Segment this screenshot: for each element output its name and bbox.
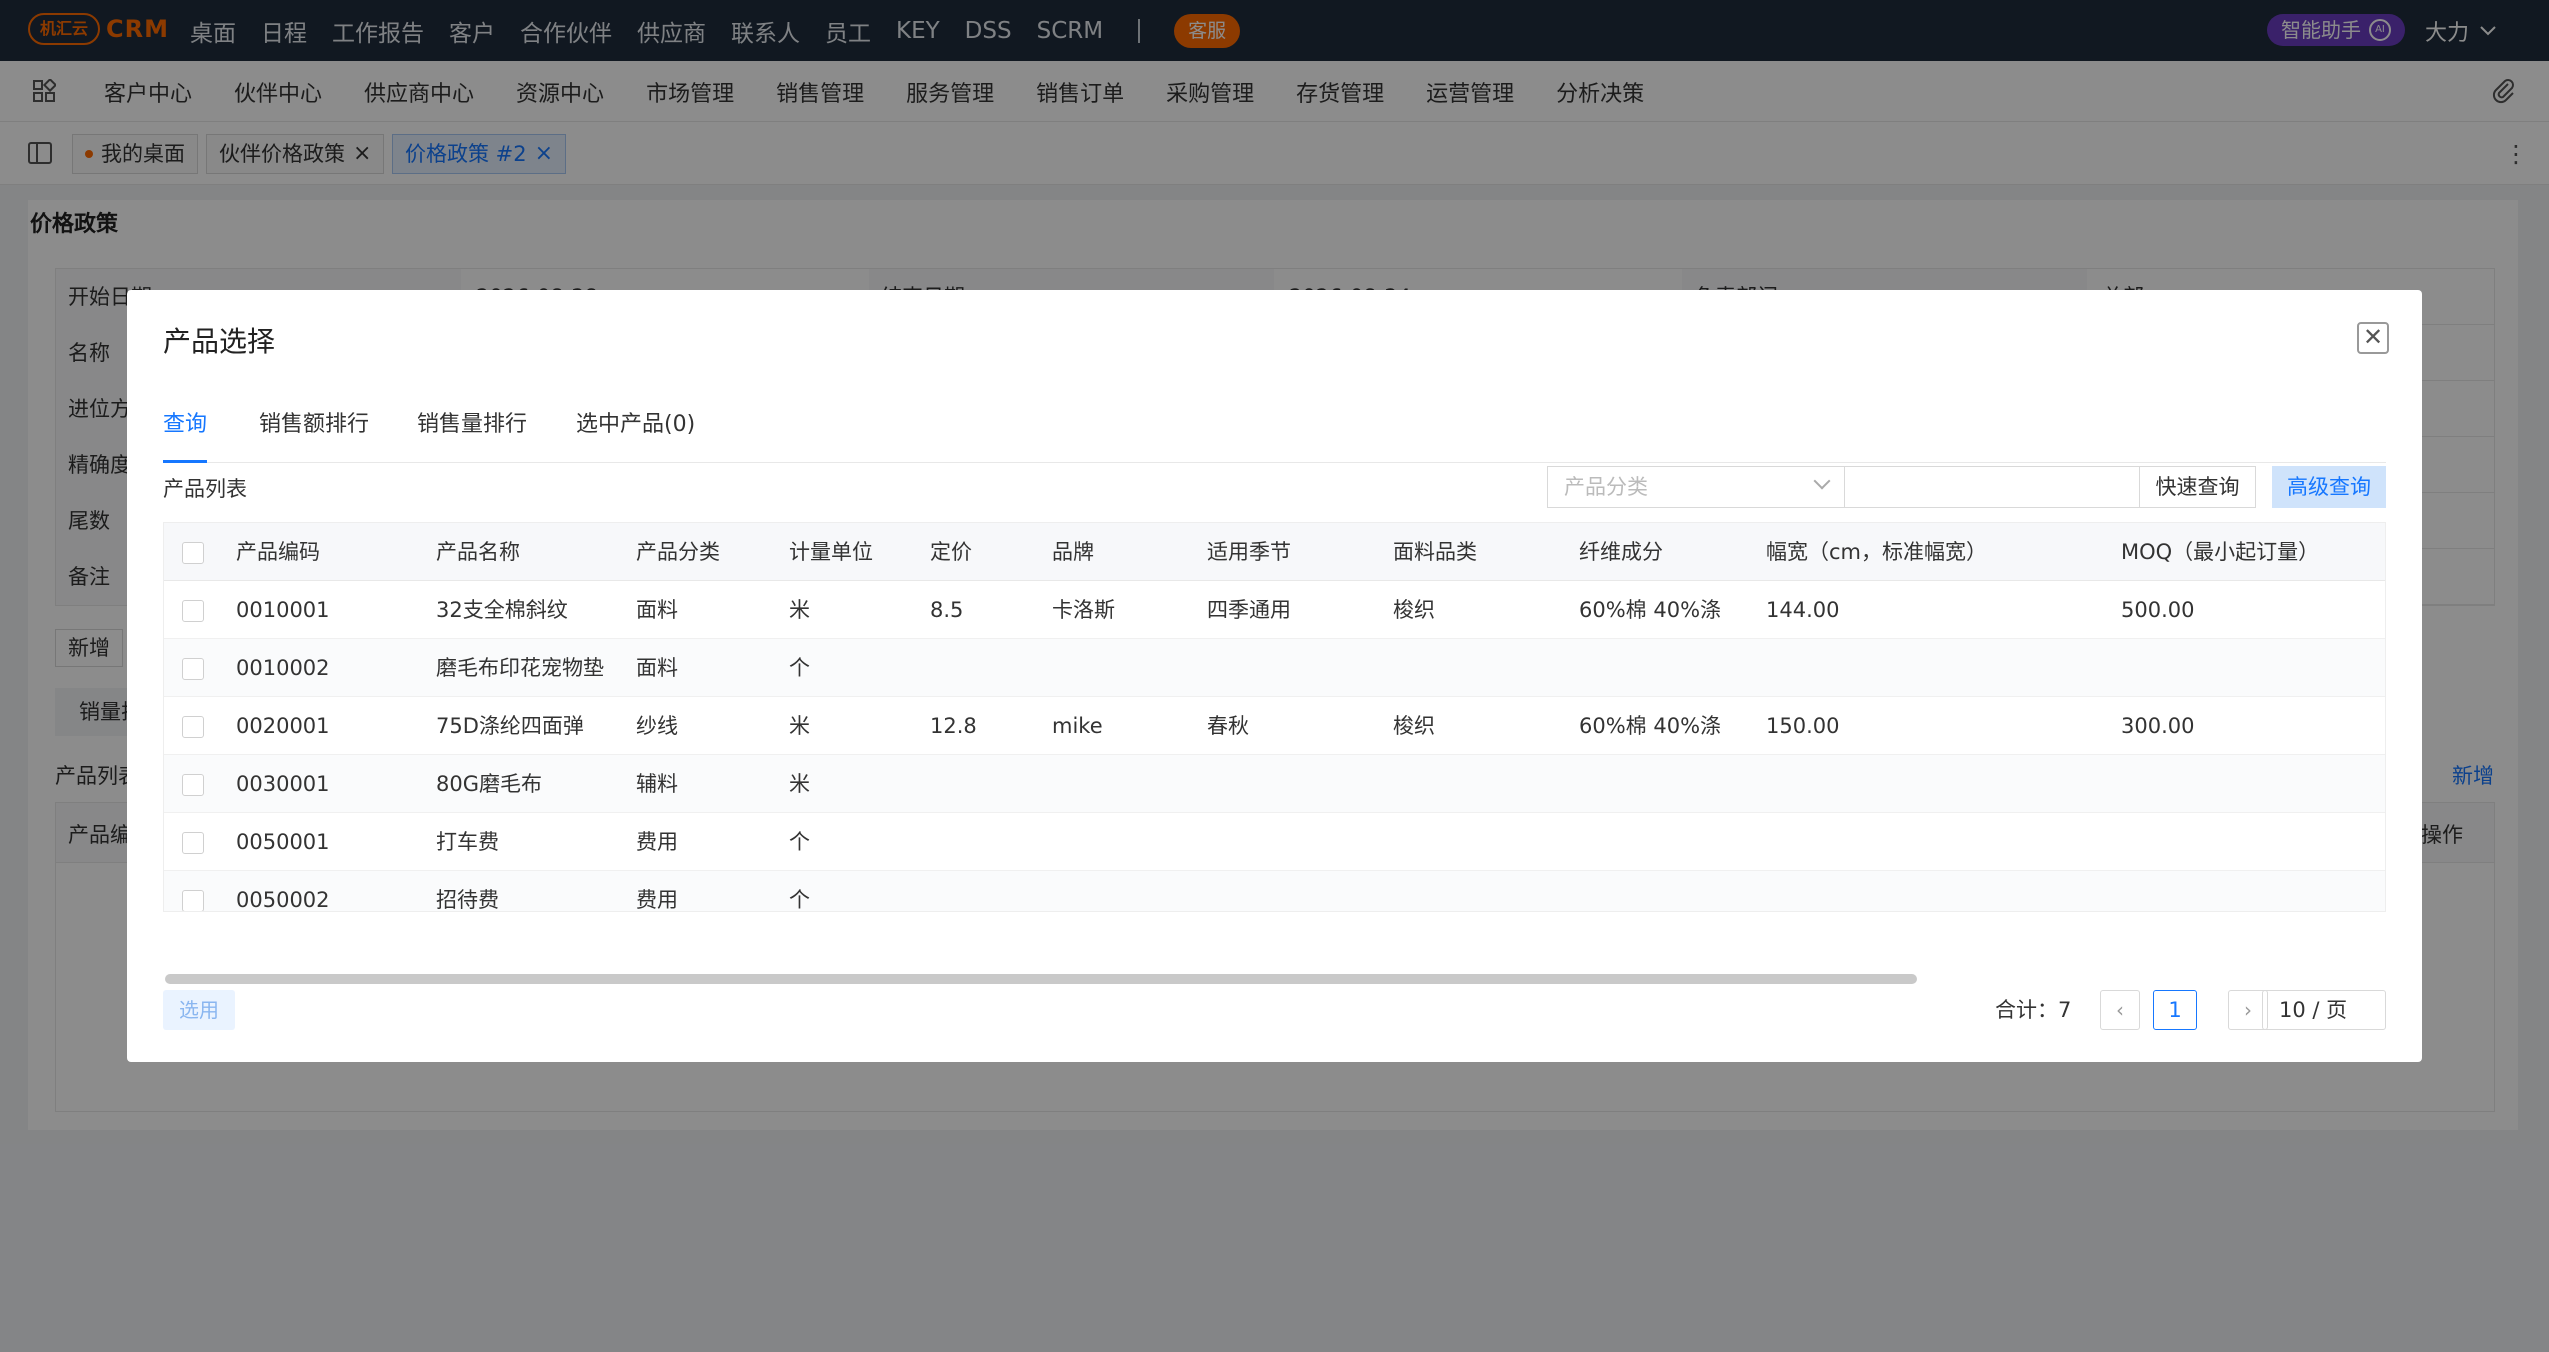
- cell-name: 磨毛布印花宠物垫: [436, 656, 604, 680]
- col-header[interactable]: 面料品类: [1393, 523, 1477, 581]
- cell-width: 150.00: [1766, 714, 1840, 738]
- modal-tabs: 查询 销售额排行 销售量排行 选中产品(0): [163, 405, 2386, 463]
- row-checkbox[interactable]: [182, 890, 204, 911]
- table-row[interactable]: 0050001 打车费 费用 个: [164, 813, 2385, 871]
- product-select-modal: 产品选择 ✕ 查询 销售额排行 销售量排行 选中产品(0) 产品列表 产品分类 …: [127, 290, 2422, 1062]
- tab-query[interactable]: 查询: [163, 405, 208, 463]
- cell-width: 144.00: [1766, 598, 1840, 622]
- search-input[interactable]: [1844, 466, 2140, 508]
- col-header[interactable]: 适用季节: [1207, 523, 1291, 581]
- cell-code: 0010002: [236, 656, 330, 680]
- cell-moq: 300.00: [2121, 714, 2195, 738]
- total-count: 合计：7: [1995, 990, 2071, 1030]
- cell-brand: 卡洛斯: [1052, 598, 1115, 622]
- cell-category: 纱线: [636, 714, 678, 738]
- col-header[interactable]: 幅宽（cm，标准幅宽）: [1766, 523, 1987, 581]
- grid-header: 产品编码 产品名称 产品分类 计量单位 定价 品牌 适用季节 面料品类 纤维成分…: [164, 523, 2385, 581]
- tab-selected-products[interactable]: 选中产品(0): [576, 405, 695, 463]
- cell-fabric: 梭织: [1393, 714, 1435, 738]
- cell-season: 春秋: [1207, 714, 1249, 738]
- product-list-label: 产品列表: [163, 477, 247, 501]
- chevron-down-icon: [1813, 472, 1831, 490]
- cell-name: 打车费: [436, 830, 499, 854]
- col-header[interactable]: 产品分类: [636, 523, 720, 581]
- cell-moq: 500.00: [2121, 598, 2195, 622]
- row-checkbox[interactable]: [182, 600, 204, 622]
- cell-unit: 米: [789, 772, 810, 796]
- cell-category: 辅料: [636, 772, 678, 796]
- cell-unit: 个: [789, 656, 810, 680]
- cell-name: 80G磨毛布: [436, 772, 542, 796]
- close-icon[interactable]: ✕: [2357, 322, 2389, 354]
- cell-name: 32支全棉斜纹: [436, 598, 568, 622]
- cell-price: 8.5: [930, 598, 964, 622]
- cell-name: 75D涤纶四面弹: [436, 714, 584, 738]
- page-size-select[interactable]: 10 / 页: [2262, 990, 2386, 1030]
- col-header[interactable]: 纤维成分: [1579, 523, 1663, 581]
- cell-unit: 米: [789, 598, 810, 622]
- page-size-value: 10 / 页: [2279, 998, 2348, 1022]
- cell-season: 四季通用: [1207, 598, 1291, 622]
- col-header[interactable]: 产品编码: [236, 523, 320, 581]
- category-placeholder: 产品分类: [1564, 475, 1648, 499]
- select-all-checkbox[interactable]: [182, 542, 204, 564]
- cell-category: 面料: [636, 598, 678, 622]
- cell-unit: 个: [789, 830, 810, 854]
- table-row[interactable]: 0010002 磨毛布印花宠物垫 面料 个: [164, 639, 2385, 697]
- page-number-1[interactable]: 1: [2153, 990, 2197, 1030]
- prev-page-button[interactable]: ‹: [2100, 990, 2140, 1030]
- table-row[interactable]: 0010001 32支全棉斜纹 面料 米 8.5 卡洛斯 四季通用 梭织 60%…: [164, 581, 2385, 639]
- table-row[interactable]: 0030001 80G磨毛布 辅料 米: [164, 755, 2385, 813]
- row-checkbox[interactable]: [182, 716, 204, 738]
- col-header[interactable]: 定价: [930, 523, 972, 581]
- col-header[interactable]: 产品名称: [436, 523, 520, 581]
- cell-code: 0030001: [236, 772, 330, 796]
- col-header[interactable]: 计量单位: [789, 523, 873, 581]
- cell-unit: 米: [789, 714, 810, 738]
- cell-category: 费用: [636, 888, 678, 912]
- total-label: 合计：: [1995, 998, 2058, 1022]
- row-checkbox[interactable]: [182, 658, 204, 680]
- row-checkbox[interactable]: [182, 832, 204, 854]
- total-value: 7: [2058, 998, 2072, 1022]
- col-header[interactable]: MOQ（最小起订量）: [2121, 523, 2319, 581]
- col-header[interactable]: 品牌: [1052, 523, 1094, 581]
- cell-category: 费用: [636, 830, 678, 854]
- select-button[interactable]: 选用: [163, 990, 235, 1030]
- cell-fiber: 60%棉 40%涤: [1579, 714, 1722, 738]
- cell-code: 0050001: [236, 830, 330, 854]
- cell-price: 12.8: [930, 714, 977, 738]
- tab-sales-volume-rank[interactable]: 销售量排行: [417, 405, 527, 463]
- horizontal-scrollbar[interactable]: [165, 974, 1917, 984]
- cell-code: 0020001: [236, 714, 330, 738]
- modal-title: 产品选择: [163, 325, 276, 358]
- cell-name: 招待费: [436, 888, 499, 912]
- cell-category: 面料: [636, 656, 678, 680]
- row-checkbox[interactable]: [182, 774, 204, 796]
- table-row[interactable]: 0020001 75D涤纶四面弹 纱线 米 12.8 mike 春秋 梭织 60…: [164, 697, 2385, 755]
- cell-code: 0010001: [236, 598, 330, 622]
- product-grid: 产品编码 产品名称 产品分类 计量单位 定价 品牌 适用季节 面料品类 纤维成分…: [163, 522, 2386, 912]
- tab-sales-amount-rank[interactable]: 销售额排行: [259, 405, 369, 463]
- category-select[interactable]: 产品分类: [1547, 466, 1845, 508]
- table-row[interactable]: 0050002 招待费 费用 个: [164, 871, 2385, 912]
- cell-unit: 个: [789, 888, 810, 912]
- advanced-search-button[interactable]: 高级查询: [2272, 466, 2386, 508]
- cell-code: 0050002: [236, 888, 330, 912]
- quick-search-button[interactable]: 快速查询: [2139, 466, 2256, 508]
- cell-fabric: 梭织: [1393, 598, 1435, 622]
- cell-brand: mike: [1052, 714, 1103, 738]
- cell-fiber: 60%棉 40%涤: [1579, 598, 1722, 622]
